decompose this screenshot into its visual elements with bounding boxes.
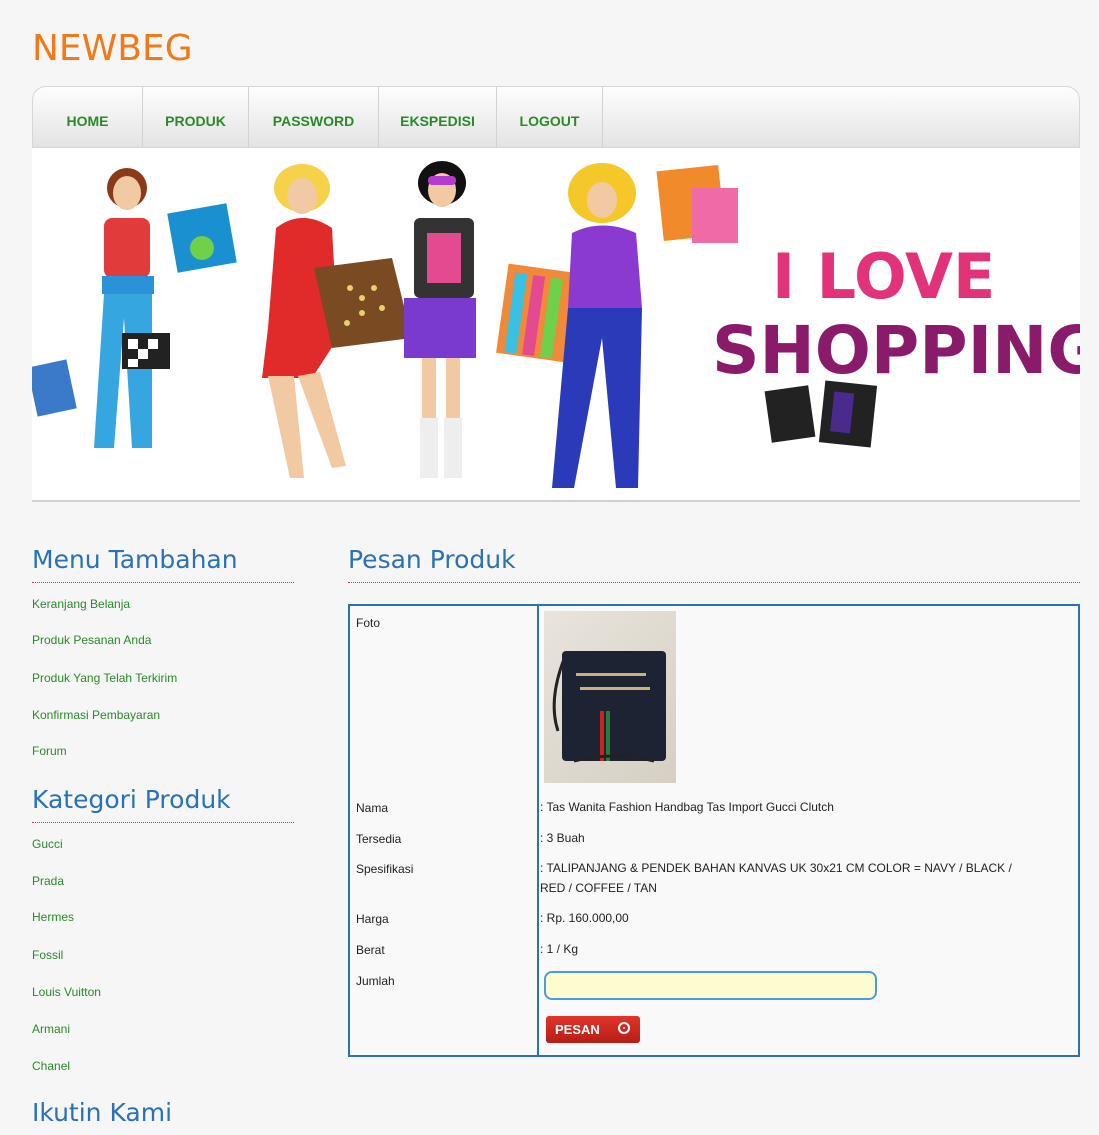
main-nav: HOME PRODUK PASSWORD EKSPEDISI LOGOUT [32,86,1080,148]
label-spesifikasi: Spesifikasi [356,862,414,876]
nav-ekspedisi[interactable]: EKSPEDISI [379,87,497,147]
value-tersedia: : 3 Buah [540,831,585,845]
nav-password[interactable]: PASSWORD [249,87,379,147]
pesan-button-label: PESAN [555,1022,600,1037]
sidebar-item-produk-terkirim[interactable]: Produk Yang Telah Terkirim [32,671,177,685]
category-louis-vuitton[interactable]: Louis Vuitton [32,985,101,999]
banner-text-love: I LOVE [772,240,995,313]
jumlah-input[interactable] [544,971,877,1000]
value-spesifikasi-line2: RED / COFFEE / TAN [540,881,657,895]
value-spesifikasi-line1: : TALIPANJANG & PENDEK BAHAN KANVAS UK 3… [540,861,1012,875]
ikutin-kami-title: Ikutin Kami [32,1098,173,1127]
banner-illustration: I LOVE SHOPPING [32,161,1080,488]
shopping-banner: I LOVE SHOPPING [32,148,1080,502]
site-logo[interactable]: NEWBEG [32,28,193,69]
column-divider [537,606,539,1055]
label-berat: Berat [356,943,385,957]
page-title: Pesan Produk [348,545,516,574]
sidebar-item-konfirmasi[interactable]: Konfirmasi Pembayaran [32,708,160,722]
banner-text-shopping: SHOPPING [712,312,1080,389]
sidebar-item-produk-pesanan[interactable]: Produk Pesanan Anda [32,633,151,647]
category-chanel[interactable]: Chanel [32,1059,70,1073]
menu-divider [32,582,294,583]
sidebar-item-forum[interactable]: Forum [32,744,67,758]
kategori-divider [32,822,294,823]
label-nama: Nama [356,801,389,815]
order-form-table: Foto Nama : Tas Wanita Fashion Handbag T… [348,604,1080,1057]
label-foto: Foto [356,616,381,630]
nav-logout[interactable]: LOGOUT [497,87,603,147]
category-prada[interactable]: Prada [32,874,64,888]
kategori-produk-title: Kategori Produk [32,785,231,814]
menu-tambahan-title: Menu Tambahan [32,545,238,574]
category-fossil[interactable]: Fossil [32,948,63,962]
nav-home[interactable]: HOME [33,87,143,147]
product-photo [544,611,676,783]
label-jumlah: Jumlah [356,974,395,988]
category-armani[interactable]: Armani [32,1022,70,1036]
handbag-image [552,651,666,763]
arrow-circle-icon [618,1022,630,1034]
value-berat: : 1 / Kg [540,942,579,956]
label-tersedia: Tersedia [356,832,402,846]
category-gucci[interactable]: Gucci [32,837,63,851]
value-harga: : Rp. 160.000,00 [540,911,629,925]
nav-produk[interactable]: PRODUK [143,87,249,147]
value-nama: : Tas Wanita Fashion Handbag Tas Import … [540,800,834,814]
pesan-button[interactable]: PESAN [546,1016,640,1043]
label-harga: Harga [356,912,389,926]
category-hermes[interactable]: Hermes [32,910,74,924]
sidebar-item-keranjang[interactable]: Keranjang Belanja [32,597,130,611]
title-divider [348,582,1080,583]
